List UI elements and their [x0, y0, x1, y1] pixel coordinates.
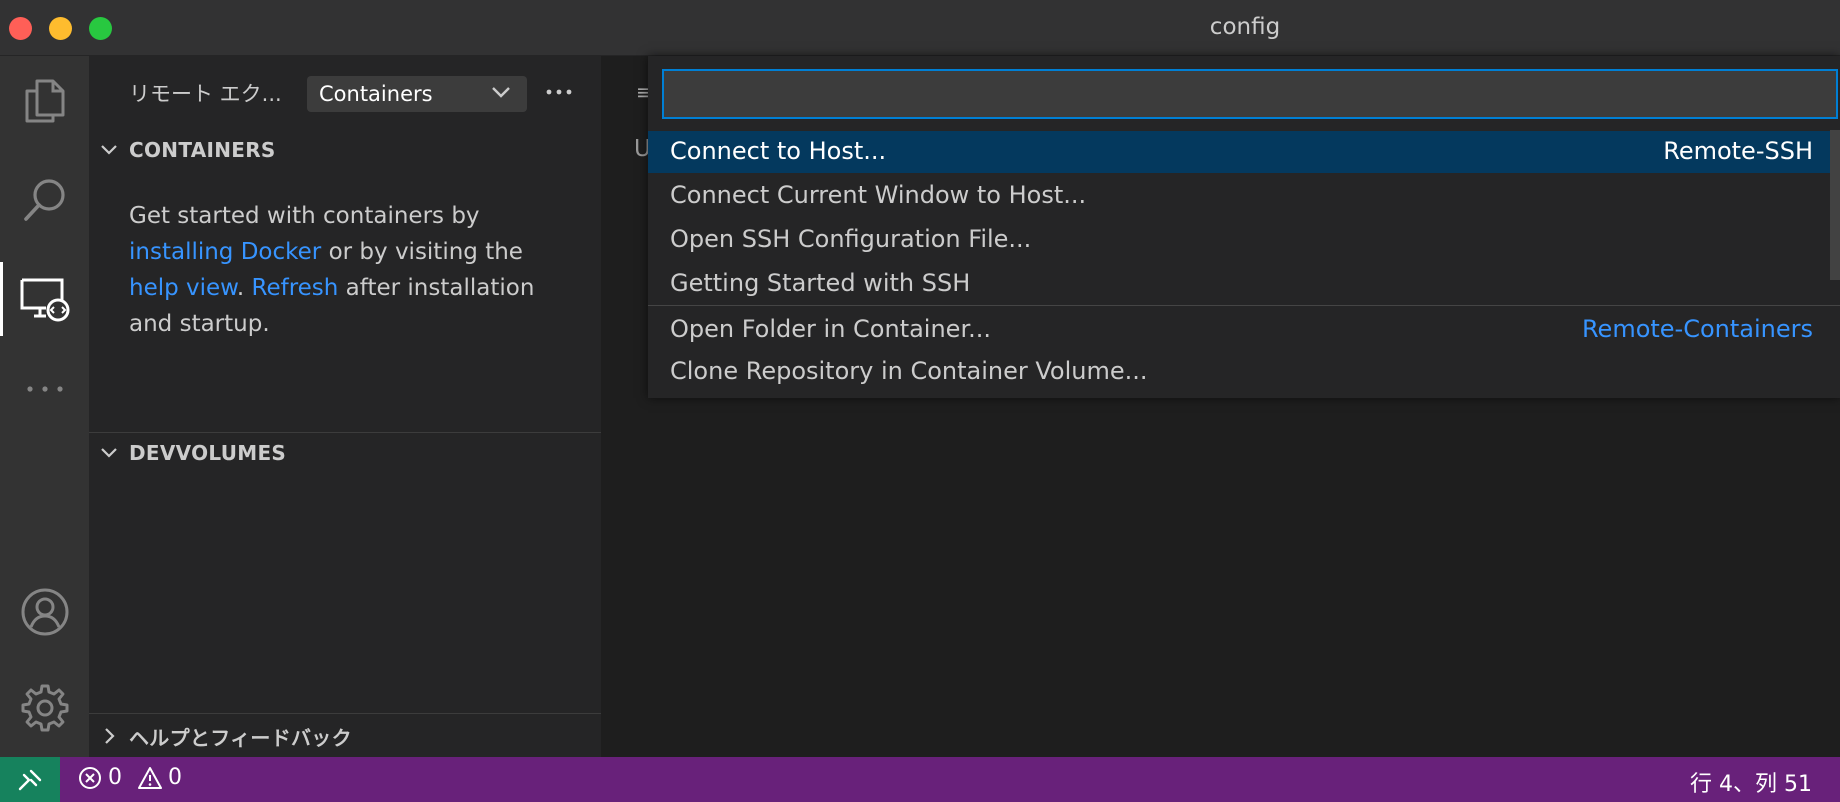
activity-remote-explorer[interactable] — [0, 254, 89, 344]
remote-explorer-icon — [20, 278, 69, 322]
quick-pick-item-label: Open Folder in Container... — [670, 315, 991, 343]
sidebar: リモート エク... Containers CONTAINERS Get sta… — [89, 56, 601, 757]
more-icon — [26, 386, 63, 392]
cursor-position-button[interactable]: 行 4、列 51 — [1690, 766, 1812, 798]
section-help-title: ヘルプとフィードバック — [129, 726, 352, 750]
sidebar-title: リモート エク... — [129, 82, 282, 106]
section-devvolumes-title: DEVVOLUMES — [129, 441, 287, 465]
activity-accounts[interactable] — [0, 567, 89, 657]
quick-pick-item-detail: Remote-SSH — [1663, 137, 1813, 165]
activity-bar — [0, 56, 89, 757]
chevron-down-icon — [101, 448, 117, 458]
quick-pick-item[interactable]: Connect Current Window to Host... — [648, 175, 1840, 217]
section-help-header[interactable]: ヘルプとフィードバック — [89, 713, 601, 757]
refresh-link[interactable]: Refresh — [252, 275, 339, 301]
title-bar: config — [0, 0, 1840, 56]
containers-welcome-text: Get started with containers by installin… — [129, 198, 569, 342]
quick-pick-input[interactable] — [662, 69, 1838, 119]
section-devvolumes-header[interactable]: DEVVOLUMES — [89, 432, 601, 472]
quick-pick-item-label: Connect Current Window to Host... — [670, 181, 1087, 209]
activity-more[interactable] — [0, 344, 89, 434]
status-bar: 0 0 行 4、列 51 — [0, 757, 1840, 802]
warning-icon — [138, 766, 162, 789]
target-type-select[interactable]: Containers — [307, 76, 527, 112]
quick-pick-item-label: Clone Repository in Container Volume... — [670, 357, 1148, 385]
section-containers-title: CONTAINERS — [129, 138, 276, 162]
activity-search[interactable] — [0, 155, 89, 245]
welcome-text-part: Get started with containers by — [129, 203, 480, 229]
ellipsis-icon — [546, 89, 572, 95]
quick-pick-item[interactable]: Connect to Host... Remote-SSH — [648, 131, 1840, 173]
quick-pick-item[interactable]: Open SSH Configuration File... — [648, 219, 1840, 261]
welcome-text-part: . — [236, 275, 252, 301]
quick-pick-item-label: Open SSH Configuration File... — [670, 225, 1032, 253]
activity-manage[interactable] — [0, 663, 89, 753]
error-count: 0 — [108, 765, 122, 790]
welcome-text-part: or by visiting the — [321, 239, 523, 265]
sidebar-header: リモート エク... Containers — [89, 56, 601, 130]
chevron-down-icon — [492, 87, 510, 98]
problems-status-button[interactable]: 0 0 — [78, 765, 182, 790]
quick-pick-separator — [648, 305, 1840, 306]
settings-gear-icon — [21, 684, 68, 732]
error-icon — [79, 766, 101, 789]
warning-count: 0 — [168, 765, 182, 790]
activity-explorer[interactable] — [0, 56, 89, 146]
help-view-link[interactable]: help view — [129, 275, 237, 301]
chevron-down-icon — [101, 145, 117, 155]
quick-pick-scrollbar[interactable] — [1830, 130, 1840, 280]
target-type-select-value: Containers — [319, 82, 433, 106]
search-icon — [23, 179, 65, 221]
section-containers-header[interactable]: CONTAINERS — [89, 130, 601, 170]
installing-docker-link[interactable]: installing Docker — [129, 239, 321, 265]
remote-indicator-button[interactable] — [0, 757, 60, 802]
account-icon — [21, 588, 68, 636]
quick-pick-item-label: Connect to Host... — [670, 137, 887, 165]
explorer-icon — [25, 79, 64, 123]
quick-pick-item-label: Getting Started with SSH — [670, 269, 971, 297]
quick-pick-item[interactable]: Getting Started with SSH — [648, 263, 1840, 305]
remote-icon — [18, 769, 42, 790]
quick-pick-item[interactable]: Open Folder in Container... Remote-Conta… — [648, 309, 1840, 351]
chevron-right-icon — [105, 728, 115, 744]
window-title: config — [1209, 14, 1281, 40]
quick-pick-item[interactable]: Clone Repository in Container Volume... — [648, 351, 1840, 393]
quick-pick-widget: Connect to Host... Remote-SSH Connect Cu… — [648, 56, 1840, 398]
quick-pick-item-detail: Remote-Containers — [1581, 315, 1813, 343]
sidebar-more-actions-button[interactable] — [539, 74, 579, 110]
